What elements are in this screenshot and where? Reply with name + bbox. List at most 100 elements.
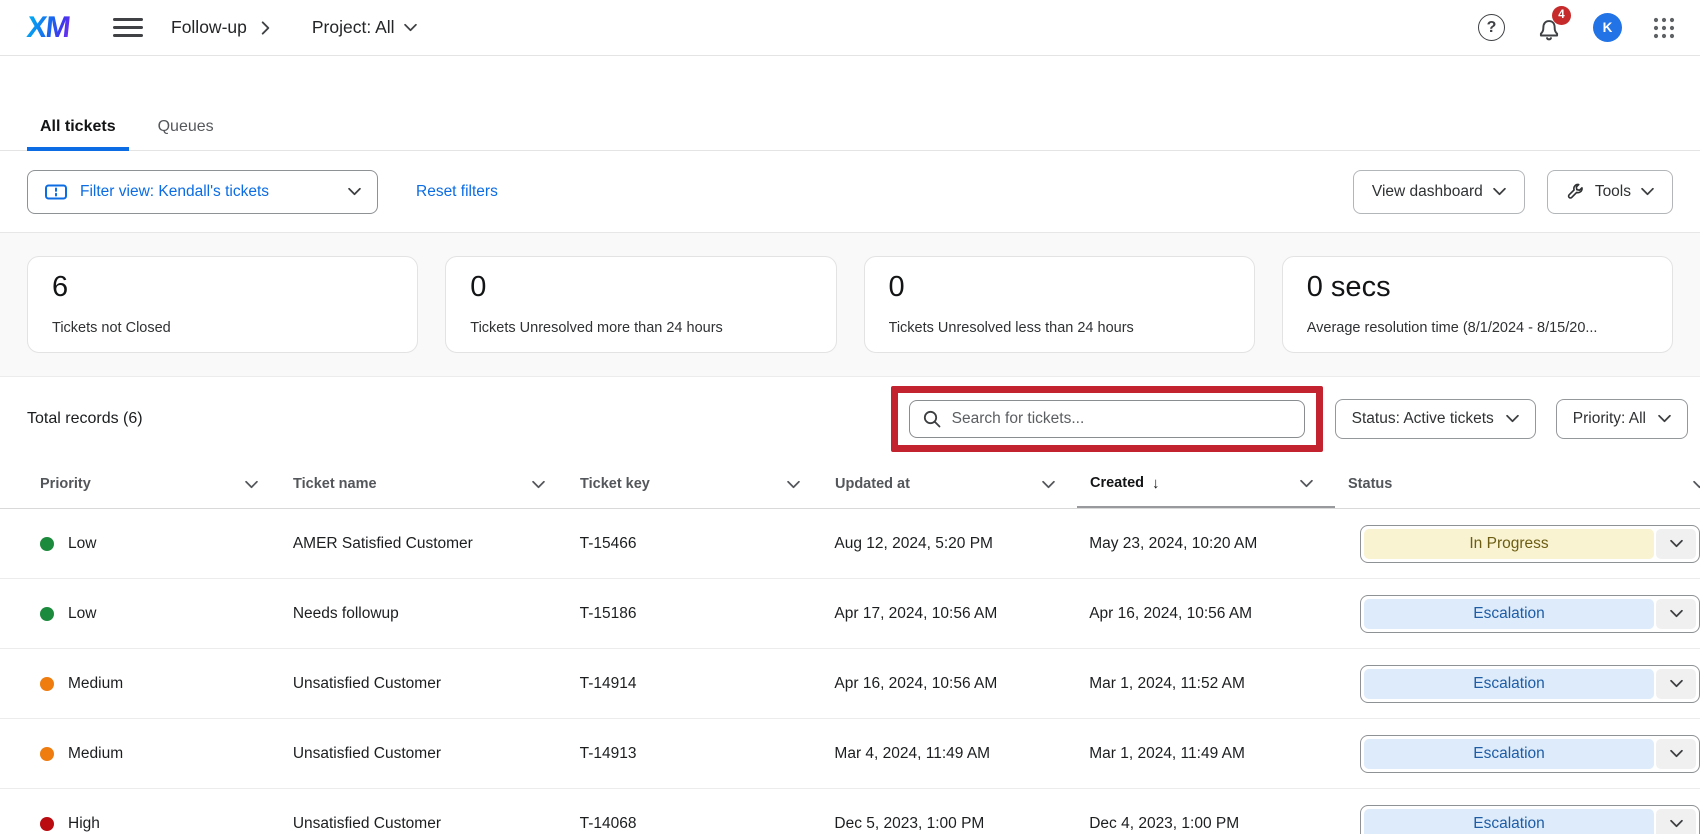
- ticket-name[interactable]: Unsatisfied Customer: [280, 745, 567, 763]
- stat-value: 0: [470, 271, 811, 304]
- search-input[interactable]: [952, 410, 1292, 428]
- chevron-down-icon[interactable]: [1042, 480, 1055, 489]
- stat-label: Tickets Unresolved more than 24 hours: [470, 320, 811, 336]
- chevron-down-icon: [1641, 187, 1654, 196]
- status-cell: Escalation: [1334, 735, 1700, 773]
- table-row[interactable]: High Unsatisfied Customer T-14068 Dec 5,…: [0, 789, 1700, 834]
- table-body: Low AMER Satisfied Customer T-15466 Aug …: [0, 509, 1700, 834]
- chevron-down-icon[interactable]: [1656, 529, 1696, 559]
- tab-queues[interactable]: Queues: [145, 118, 227, 150]
- breadcrumb-app[interactable]: Follow-up: [171, 17, 247, 37]
- ticket-name[interactable]: AMER Satisfied Customer: [280, 535, 567, 553]
- hamburger-menu-icon[interactable]: [113, 18, 143, 37]
- chevron-down-icon[interactable]: [1656, 669, 1696, 699]
- view-dashboard-label: View dashboard: [1372, 183, 1483, 201]
- status-dropdown[interactable]: Escalation: [1360, 595, 1700, 633]
- column-header-ticket-key[interactable]: Ticket key: [567, 460, 822, 508]
- priority-dot: [40, 537, 54, 551]
- help-icon[interactable]: ?: [1478, 14, 1505, 41]
- priority-label: High: [68, 815, 100, 833]
- updated-at: Mar 4, 2024, 11:49 AM: [821, 745, 1076, 763]
- total-records-label: Total records (6): [27, 410, 143, 428]
- column-header-priority[interactable]: Priority: [27, 460, 280, 508]
- notifications-button[interactable]: 4: [1535, 13, 1563, 43]
- filter-bar: Filter view: Kendall's tickets Reset fil…: [0, 151, 1700, 233]
- chevron-down-icon[interactable]: [1656, 739, 1696, 769]
- priority-dot: [40, 747, 54, 761]
- chevron-down-icon: [1693, 480, 1700, 489]
- column-label: Priority: [40, 476, 91, 492]
- column-label: Updated at: [835, 476, 910, 492]
- updated-at: Dec 5, 2023, 1:00 PM: [821, 815, 1076, 833]
- chevron-down-icon: [1506, 414, 1519, 423]
- chevron-down-icon: [348, 187, 361, 196]
- status-dropdown[interactable]: Escalation: [1360, 735, 1700, 773]
- status-badge: Escalation: [1364, 739, 1654, 769]
- created-at: May 23, 2024, 10:20 AM: [1076, 535, 1334, 553]
- column-label: Ticket key: [580, 476, 650, 492]
- tools-label: Tools: [1595, 183, 1631, 201]
- table-header: Priority Ticket name Ticket key Updated …: [0, 460, 1700, 509]
- ticket-name[interactable]: Unsatisfied Customer: [280, 675, 567, 693]
- project-selector-label: Project: All: [312, 17, 395, 38]
- ticket-key: T-14913: [567, 745, 822, 763]
- tabs-bar: All tickets Queues: [0, 56, 1700, 151]
- wrench-icon: [1566, 182, 1585, 201]
- column-header-updated-at[interactable]: Updated at: [822, 460, 1077, 508]
- table-row[interactable]: Low AMER Satisfied Customer T-15466 Aug …: [0, 509, 1700, 579]
- stat-card-unresolved-less-24h: 0 Tickets Unresolved less than 24 hours: [864, 256, 1255, 353]
- table-row[interactable]: Medium Unsatisfied Customer T-14914 Apr …: [0, 649, 1700, 719]
- table-row[interactable]: Low Needs followup T-15186 Apr 17, 2024,…: [0, 579, 1700, 649]
- top-bar: XM Follow-up Project: All ? 4 K: [0, 0, 1700, 56]
- ticket-name[interactable]: Unsatisfied Customer: [280, 815, 567, 833]
- annotation-box: [891, 386, 1323, 452]
- created-at: Apr 16, 2024, 10:56 AM: [1076, 605, 1334, 623]
- stat-value: 0 secs: [1307, 271, 1648, 304]
- chevron-right-icon: [261, 21, 270, 35]
- status-dropdown[interactable]: Escalation: [1360, 805, 1700, 834]
- table-row[interactable]: Medium Unsatisfied Customer T-14913 Mar …: [0, 719, 1700, 789]
- chevron-down-icon[interactable]: [532, 480, 545, 489]
- priority-filter-dropdown[interactable]: Priority: All: [1556, 399, 1688, 439]
- project-selector[interactable]: Project: All: [312, 17, 417, 38]
- ticket-name[interactable]: Needs followup: [280, 605, 567, 623]
- notification-badge: 4: [1552, 6, 1571, 25]
- search-icon: [922, 409, 942, 429]
- filter-view-dropdown[interactable]: Filter view: Kendall's tickets: [27, 170, 378, 214]
- status-dropdown[interactable]: Escalation: [1360, 665, 1700, 703]
- ticket-key: T-15186: [567, 605, 822, 623]
- stat-value: 0: [889, 271, 1230, 304]
- priority-cell: Medium: [27, 745, 280, 763]
- priority-cell: Low: [27, 605, 280, 623]
- stat-card-avg-resolution-time: 0 secs Average resolution time (8/1/2024…: [1282, 256, 1673, 353]
- records-bar: Total records (6) Status: Active tickets…: [0, 377, 1700, 460]
- column-header-created[interactable]: Created ↓: [1077, 460, 1335, 508]
- chevron-down-icon[interactable]: [1656, 809, 1696, 834]
- status-cell: Escalation: [1334, 595, 1700, 633]
- priority-label: Medium: [68, 745, 123, 763]
- priority-cell: Low: [27, 535, 280, 553]
- chevron-down-icon[interactable]: [1300, 479, 1313, 488]
- stat-card-tickets-not-closed: 6 Tickets not Closed: [27, 256, 418, 353]
- column-header-status[interactable]: Status: [1335, 460, 1700, 508]
- status-cell: Escalation: [1334, 805, 1700, 834]
- chevron-down-icon[interactable]: [1656, 599, 1696, 629]
- search-box[interactable]: [909, 400, 1305, 438]
- view-dashboard-button[interactable]: View dashboard: [1353, 170, 1525, 214]
- avatar[interactable]: K: [1593, 13, 1622, 42]
- app-grid-icon[interactable]: [1652, 16, 1676, 40]
- priority-dot: [40, 817, 54, 831]
- tab-all-tickets[interactable]: All tickets: [27, 118, 129, 150]
- status-filter-dropdown[interactable]: Status: Active tickets: [1335, 399, 1536, 439]
- stat-label: Tickets Unresolved less than 24 hours: [889, 320, 1230, 336]
- stats-band: 6 Tickets not Closed 0 Tickets Unresolve…: [0, 233, 1700, 377]
- status-dropdown[interactable]: In Progress: [1360, 525, 1700, 563]
- tools-button[interactable]: Tools: [1547, 170, 1673, 214]
- chevron-down-icon[interactable]: [245, 480, 258, 489]
- xm-logo: XM: [25, 11, 71, 45]
- column-header-ticket-name[interactable]: Ticket name: [280, 460, 567, 508]
- column-label: Created: [1090, 475, 1144, 491]
- status-badge: Escalation: [1364, 669, 1654, 699]
- chevron-down-icon[interactable]: [787, 480, 800, 489]
- reset-filters-link[interactable]: Reset filters: [416, 183, 498, 201]
